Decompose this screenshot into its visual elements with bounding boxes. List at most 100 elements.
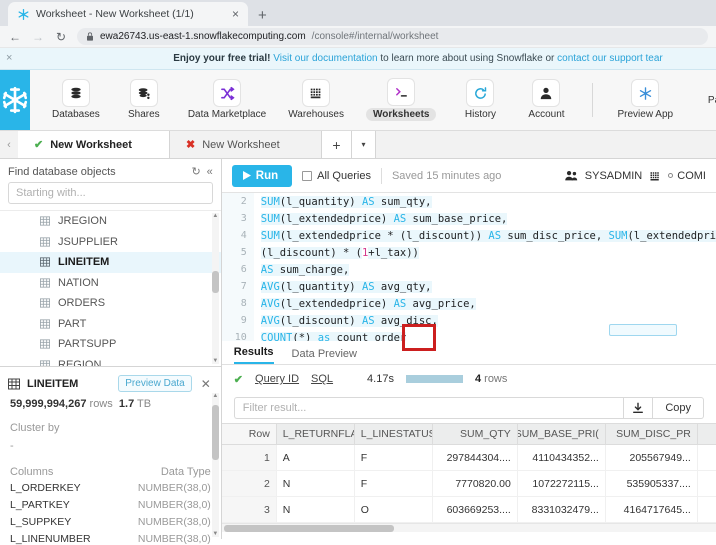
- rows-label: rows: [89, 398, 113, 410]
- warehouse-selector[interactable]: COMI: [668, 170, 706, 182]
- new-tab-button[interactable]: +: [258, 7, 267, 24]
- code-line: 3 SUM(l_extendedprice) AS sum_base_price,: [221, 210, 716, 227]
- scroll-up-arrow[interactable]: ▲: [212, 213, 219, 219]
- preview-data-button[interactable]: Preview Data: [118, 375, 192, 392]
- code-line: 7 AVG(l_quantity) AS avg_qty,: [221, 278, 716, 295]
- results-horizontal-scrollbar[interactable]: [221, 523, 716, 532]
- snowflake-worksheet-app: Worksheet - New Worksheet (1/1) × + ← → …: [0, 0, 716, 545]
- saved-status: Saved 15 minutes ago: [391, 169, 502, 182]
- result-row-count-value: 4: [474, 373, 482, 385]
- close-icon[interactable]: ✕: [199, 377, 213, 391]
- list-item[interactable]: JREGION: [0, 211, 221, 232]
- documentation-link[interactable]: Visit our documentation: [273, 53, 377, 64]
- list-item[interactable]: NATION: [0, 273, 221, 294]
- copy-button[interactable]: Copy: [653, 397, 704, 419]
- column-header-linestatus[interactable]: L_LINESTATUS: [355, 424, 433, 444]
- scroll-up-arrow[interactable]: ▲: [212, 393, 219, 399]
- nav-item-data-marketplace[interactable]: Data Marketplace: [188, 80, 266, 120]
- query-id-link[interactable]: Query ID: [255, 373, 299, 385]
- worksheet-pane: Run All Queries Saved 15 minutes ago SYS…: [221, 159, 716, 539]
- address-bar[interactable]: ewa26743.us-east-1.snowflakecomputing.co…: [77, 28, 708, 45]
- row-count-line: 59,999,994,267 rows 1.7 TB: [10, 398, 211, 410]
- list-item-label: LINEITEM: [58, 256, 110, 269]
- nav-item-partner[interactable]: Part: [695, 95, 716, 106]
- editor-autocomplete-hint: [608, 324, 677, 336]
- snowflake-favicon: [18, 8, 29, 20]
- cell-sum-base-price: 8331032479...: [518, 497, 606, 522]
- detail-header: LINEITEM Preview Data ✕: [0, 367, 221, 398]
- reload-button[interactable]: ↻: [54, 30, 68, 44]
- scrollbar-thumb[interactable]: [223, 525, 394, 532]
- banner-close-icon[interactable]: ×: [6, 52, 12, 64]
- back-button[interactable]: ←: [8, 30, 22, 44]
- refresh-icon[interactable]: ↻: [191, 165, 200, 178]
- scrollbar-thumb[interactable]: [211, 405, 219, 460]
- code-text: AVG(l_quantity) AS avg_qty,: [260, 280, 432, 293]
- scroll-down-arrow[interactable]: ▼: [212, 358, 219, 364]
- columns-header-row: Columns Data Type: [10, 466, 211, 478]
- column-header-returnflag[interactable]: L_RETURNFLAG: [277, 424, 355, 444]
- database-object-list: JREGION JSUPPLIER LINEITEM NATION ORDERS: [0, 210, 221, 366]
- sql-link[interactable]: SQL: [311, 373, 333, 385]
- nav-item-preview-app[interactable]: Preview App: [617, 80, 673, 120]
- column-name: L_PARTKEY: [10, 499, 70, 511]
- column-header-sum-disc-price[interactable]: SUM_DISC_PR: [606, 424, 698, 444]
- all-queries-checkbox[interactable]: All Queries: [302, 170, 371, 182]
- table-row[interactable]: 3 N O 603669253.... 8331032479... 416471…: [221, 497, 716, 523]
- column-header-row[interactable]: Row: [221, 424, 277, 444]
- support-link[interactable]: contact our support tear: [557, 53, 663, 64]
- worksheet-tab-1[interactable]: ✔ New Worksheet: [18, 131, 170, 158]
- search-input[interactable]: Starting with...: [8, 182, 213, 204]
- result-row-count: 4 rows: [475, 373, 507, 385]
- size-value: 1.7: [118, 398, 135, 410]
- sql-editor[interactable]: 2 SUM(l_quantity) AS sum_qty, 3 SUM(l_exte…: [221, 193, 716, 341]
- worksheet-tab-bar: ‹ ✔ New Worksheet ✖ New Worksheet + ▾: [0, 131, 716, 159]
- nav-item-worksheets[interactable]: Worksheets: [365, 79, 437, 121]
- tab-data-preview[interactable]: Data Preview: [292, 348, 357, 364]
- code-text: AVG(l_extendedprice) AS avg_price,: [260, 297, 476, 310]
- column-row: L_PARTKEY NUMBER(38,0): [10, 499, 211, 511]
- list-item[interactable]: JSUPPLIER: [0, 232, 221, 253]
- scrollbar-thumb[interactable]: [211, 271, 219, 293]
- scroll-down-arrow[interactable]: ▼: [212, 531, 219, 537]
- chevron-down-icon[interactable]: ▾: [352, 131, 376, 158]
- nav-item-databases[interactable]: Databases: [52, 80, 100, 120]
- cell-linestatus: F: [355, 445, 433, 470]
- nav-item-warehouses[interactable]: Warehouses: [288, 80, 344, 120]
- browser-tab[interactable]: Worksheet - New Worksheet (1/1) ×: [8, 2, 248, 26]
- detail-body: 59,999,994,267 rows 1.7 TB Cluster by - …: [0, 398, 221, 545]
- filter-result-input[interactable]: Filter result...: [233, 397, 624, 419]
- close-icon[interactable]: ×: [230, 8, 241, 20]
- column-header-sum-base-price[interactable]: SUM_BASE_PRI(: [518, 424, 606, 444]
- list-item[interactable]: REGION: [0, 355, 221, 366]
- add-worksheet-button[interactable]: +: [322, 131, 352, 158]
- nav-items: Databases Shares Data Marketplace Wareho…: [30, 70, 716, 130]
- list-item[interactable]: PART: [0, 314, 221, 335]
- worksheet-tab-2[interactable]: ✖ New Worksheet: [170, 131, 322, 158]
- list-item-lineitem[interactable]: LINEITEM: [0, 252, 221, 273]
- collapse-icon[interactable]: «: [207, 166, 213, 178]
- column-header-sum-qty[interactable]: SUM_QTY: [433, 424, 518, 444]
- table-row[interactable]: 2 N F 7770820.00 1072272115... 535905337…: [221, 471, 716, 497]
- worksheet-tab-1-label: New Worksheet: [50, 138, 132, 151]
- worksheet-scroll-left[interactable]: ‹: [0, 131, 18, 158]
- run-button[interactable]: Run: [231, 164, 293, 187]
- object-list-scrollbar[interactable]: ▲ ▼: [211, 213, 219, 364]
- toolbar-divider: [380, 167, 382, 184]
- nav-item-history[interactable]: History: [458, 80, 502, 120]
- worksheets-icon: [388, 79, 415, 105]
- role-label[interactable]: SYSADMIN: [585, 170, 642, 182]
- list-item[interactable]: ORDERS: [0, 293, 221, 314]
- nav-item-shares[interactable]: Shares: [122, 80, 166, 120]
- trial-banner-mid: to learn more about using Snowflake or: [377, 53, 558, 64]
- trial-banner: × Enjoy your free trial! Visit our docum…: [0, 48, 716, 70]
- nav-item-account[interactable]: Account: [524, 80, 568, 120]
- list-item[interactable]: PARTSUPP: [0, 334, 221, 355]
- nav-label-partner: Part: [707, 94, 716, 106]
- tab-results[interactable]: Results: [233, 346, 274, 364]
- table-row[interactable]: 1 A F 297844304.... 4110434352... 205567…: [221, 445, 716, 471]
- detail-scrollbar[interactable]: ▲ ▼: [211, 393, 219, 537]
- download-button[interactable]: [623, 397, 654, 419]
- cell-sum-qty: 603669253....: [433, 497, 518, 522]
- snowflake-logo[interactable]: [0, 70, 30, 130]
